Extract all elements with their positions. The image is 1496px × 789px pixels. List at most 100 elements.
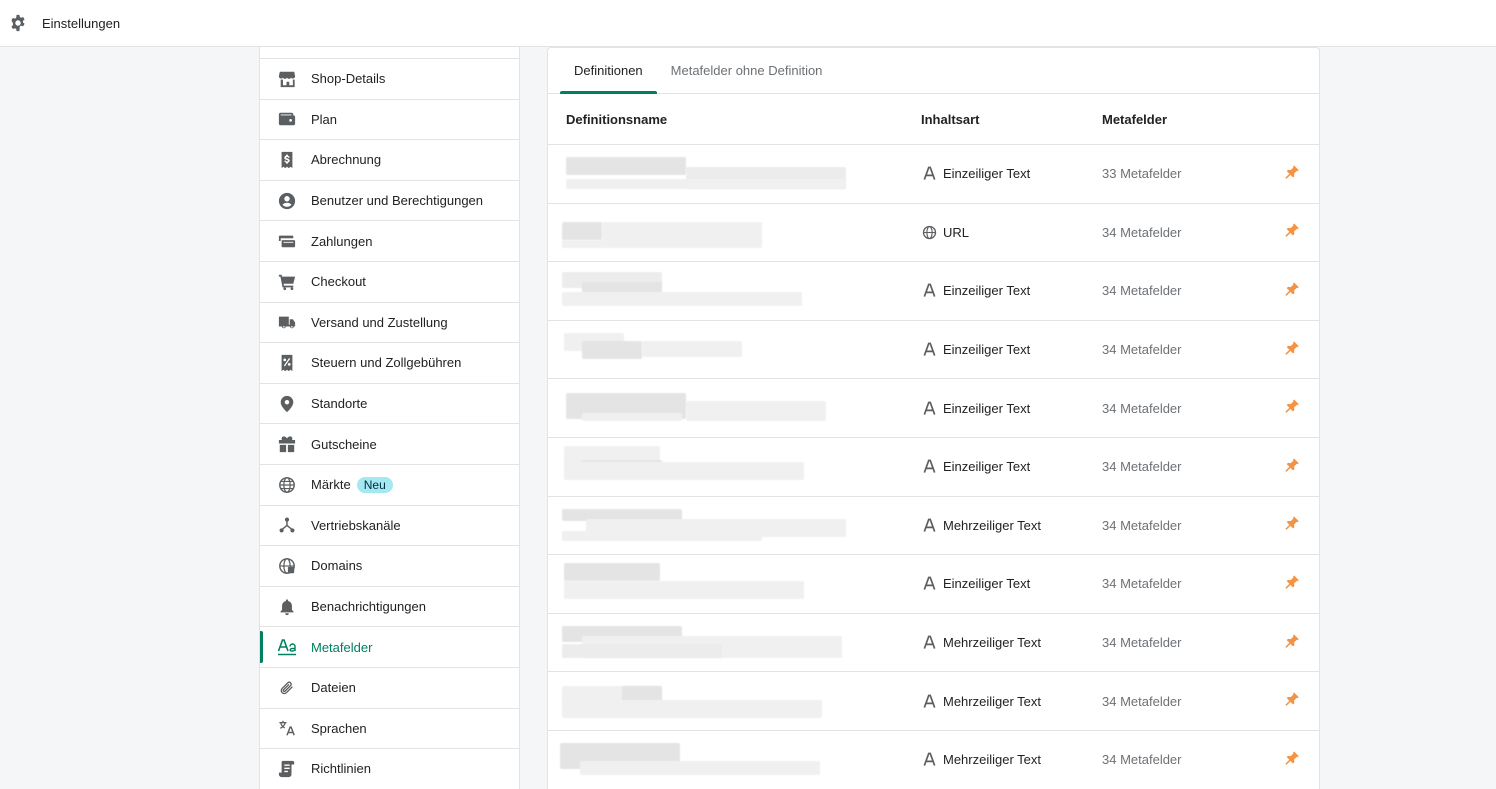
new-badge: Neu	[356, 476, 393, 493]
text-a-icon	[921, 459, 937, 475]
content-type-cell: Einzeiliger Text	[921, 400, 1102, 416]
definition-name-redacted[interactable]	[548, 262, 921, 320]
table-row[interactable]: Mehrzeiliger Text 34 Metafelder	[548, 497, 1319, 556]
table-row[interactable]: Mehrzeiliger Text 34 Metafelder	[548, 672, 1319, 731]
sidebar-item-label: Versand und Zustellung	[311, 314, 448, 330]
metafields-count: 34 Metafelder	[1102, 693, 1182, 709]
pin-icon[interactable]	[1283, 222, 1301, 240]
sidebar-item-standorte[interactable]: Standorte	[260, 384, 519, 425]
sidebar-item-metafelder[interactable]: Metafelder	[260, 627, 519, 668]
definition-name-redacted[interactable]	[548, 497, 921, 555]
content-type-label: Mehrzeiliger Text	[943, 752, 1042, 768]
sidebar-item-gutscheine[interactable]: Gutscheine	[260, 424, 519, 465]
sidebar-item-domains[interactable]: Domains	[260, 546, 519, 587]
sidebar-item-benutzer-und-berechtigungen[interactable]: Benutzer und Berechtigungen	[260, 181, 519, 222]
definition-name-redacted[interactable]	[548, 204, 921, 262]
text-a-icon	[921, 517, 937, 533]
content-type-label: Mehrzeiliger Text	[943, 693, 1042, 709]
pin-icon[interactable]	[1283, 456, 1301, 474]
content-type-label: Einzeiliger Text	[943, 400, 1031, 416]
content-type-label: Einzeiliger Text	[943, 459, 1031, 475]
sidebar-item-richtlinien[interactable]: Richtlinien	[260, 749, 519, 789]
content-type-label: URL	[943, 224, 970, 240]
sidebar-item-benachrichtigungen[interactable]: Benachrichtigungen	[260, 587, 519, 628]
metafields-icon	[277, 637, 297, 657]
content-type-label: Einzeiliger Text	[943, 166, 1031, 182]
sidebar-item-steuern-und-zollgebühren[interactable]: Steuern und Zollgebühren	[260, 343, 519, 384]
sidebar-item-vertriebskanäle[interactable]: Vertriebskanäle	[260, 506, 519, 547]
sidebar-item-dateien[interactable]: Dateien	[260, 668, 519, 709]
table-row[interactable]: Einzeiliger Text 34 Metafelder	[548, 438, 1319, 497]
table-row[interactable]: Mehrzeiliger Text 34 Metafelder	[548, 731, 1319, 789]
metafields-count: 34 Metafelder	[1102, 283, 1182, 299]
store-icon	[277, 69, 297, 89]
sidebar-item-label: Steuern und Zollgebühren	[311, 355, 462, 371]
definition-name-redacted[interactable]	[548, 145, 921, 203]
pin-icon[interactable]	[1283, 397, 1301, 415]
sidebar-item-sprachen[interactable]: Sprachen	[260, 709, 519, 750]
metafields-count: 34 Metafelder	[1102, 400, 1182, 416]
paperclip-icon	[277, 678, 297, 698]
sidebar-item-abrechnung[interactable]: Abrechnung	[260, 140, 519, 181]
text-a-icon	[921, 693, 937, 709]
sidebar-item-label: Sprachen	[311, 720, 367, 736]
table-header: Definitionsname Inhaltsart Metafelder	[548, 94, 1319, 145]
sidebar-item-versand-und-zustellung[interactable]: Versand und Zustellung	[260, 303, 519, 344]
pin-icon[interactable]	[1283, 163, 1301, 181]
pin-icon[interactable]	[1283, 690, 1301, 708]
cart-icon	[277, 272, 297, 292]
tab-definitions[interactable]: Definitionen	[560, 48, 657, 94]
sidebar-item-checkout[interactable]: Checkout	[260, 262, 519, 303]
gear-icon[interactable]	[8, 13, 28, 33]
sidebar-item-label: Märkte	[311, 477, 351, 493]
table-row[interactable]: Einzeiliger Text 34 Metafelder	[548, 379, 1319, 438]
gift-icon	[277, 434, 297, 454]
definition-name-redacted[interactable]	[548, 555, 921, 613]
content-type-cell: Einzeiliger Text	[921, 166, 1102, 182]
sidebar-item-zahlungen[interactable]: Zahlungen	[260, 221, 519, 262]
table-row[interactable]: Einzeiliger Text 34 Metafelder	[548, 555, 1319, 614]
pin-icon[interactable]	[1283, 573, 1301, 591]
sidebar-item-label: Metafelder	[311, 639, 373, 655]
text-a-icon	[921, 635, 937, 651]
globe-icon	[277, 475, 297, 495]
header-metafields-count: Metafelder	[1102, 111, 1168, 127]
table-row[interactable]: Mehrzeiliger Text 34 Metafelder	[548, 614, 1319, 673]
definition-name-redacted[interactable]	[548, 379, 921, 437]
pin-icon[interactable]	[1283, 280, 1301, 298]
table-row[interactable]: Einzeiliger Text 33 Metafelder	[548, 145, 1319, 204]
table-row[interactable]: Einzeiliger Text 34 Metafelder	[548, 321, 1319, 380]
sidebar-item-märkte[interactable]: Märkte Neu	[260, 465, 519, 506]
sidebar-item-label: Dateien	[311, 680, 356, 696]
header-content-type: Inhaltsart	[921, 111, 980, 127]
header-definition-name[interactable]: Definitionsname	[548, 112, 921, 127]
sidebar-item-shop-details[interactable]: Shop-Details	[260, 59, 519, 100]
wallet-icon	[277, 109, 297, 129]
pin-icon[interactable]	[1283, 749, 1301, 767]
pin-icon[interactable]	[1283, 632, 1301, 650]
definition-name-redacted[interactable]	[548, 438, 921, 496]
sidebar-item-plan[interactable]: Plan	[260, 100, 519, 141]
metafields-panel: Definitionen Metafelder ohne Definition …	[547, 47, 1320, 789]
content-type-cell: Einzeiliger Text	[921, 459, 1102, 475]
pin-icon[interactable]	[1283, 515, 1301, 533]
sidebar-item-label: Benutzer und Berechtigungen	[311, 193, 484, 209]
table-row[interactable]: Einzeiliger Text 34 Metafelder	[548, 262, 1319, 321]
table-row[interactable]: URL 34 Metafelder	[548, 204, 1319, 263]
pin-icon[interactable]	[1283, 339, 1301, 357]
tab-metafields-without-definition[interactable]: Metafelder ohne Definition	[657, 48, 837, 93]
channels-icon	[277, 515, 297, 535]
definition-name-redacted[interactable]	[548, 321, 921, 379]
settings-sidebar: Shop-Details Plan Abrechnung Benutzer und B…	[259, 47, 520, 789]
tax-receipt-icon	[277, 353, 297, 373]
definition-name-redacted[interactable]	[548, 731, 921, 789]
top-bar: Einstellungen	[0, 0, 1496, 47]
truck-icon	[277, 312, 297, 332]
definition-name-redacted[interactable]	[548, 614, 921, 672]
metafields-count: 34 Metafelder	[1102, 459, 1182, 475]
user-circle-icon	[277, 191, 297, 211]
definition-name-redacted[interactable]	[548, 672, 921, 730]
content-type-label: Einzeiliger Text	[943, 576, 1031, 592]
domain-globe-icon	[277, 556, 297, 576]
sidebar-item-label: Domains	[311, 558, 363, 574]
